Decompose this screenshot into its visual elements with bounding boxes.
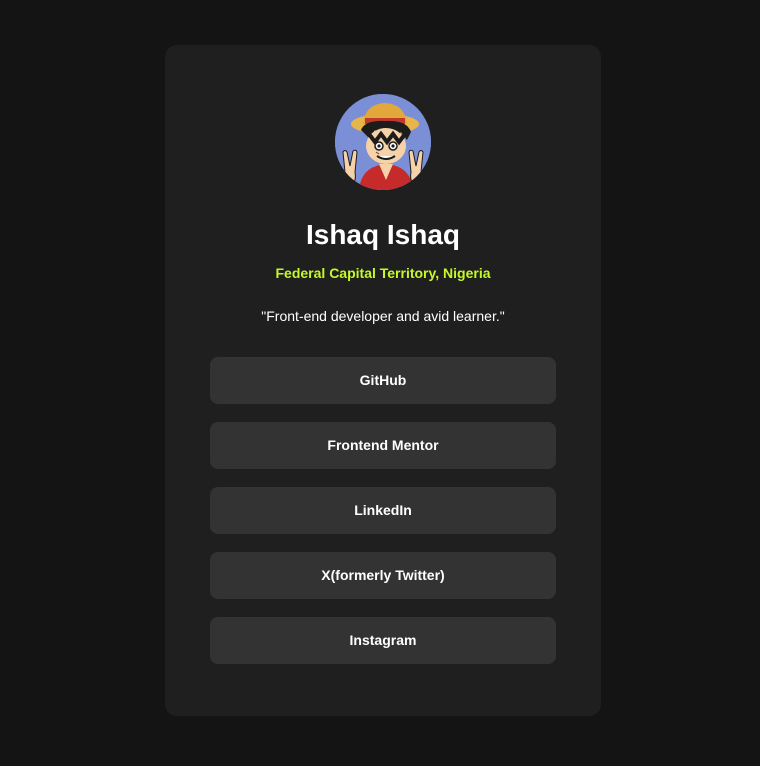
profile-name: Ishaq Ishaq — [305, 219, 461, 250]
profile-bio: "Front-end developer and avid learner." — [261, 308, 505, 324]
instagram-link-button[interactable]: Instagram — [210, 617, 556, 664]
profile-location: Federal Capital Territory, Nigeria — [275, 265, 491, 281]
avatar-image — [335, 94, 431, 190]
frontend-mentor-link-button[interactable]: Frontend Mentor — [210, 422, 556, 469]
linkedin-link-button[interactable]: LinkedIn — [210, 487, 556, 534]
social-links: GitHub Frontend Mentor LinkedIn X(former… — [210, 357, 556, 682]
github-link-button[interactable]: GitHub — [210, 357, 556, 404]
profile-card: Ishaq Ishaq Federal Capital Territory, N… — [165, 45, 601, 716]
avatar — [335, 94, 431, 190]
x-twitter-link-button[interactable]: X(formerly Twitter) — [210, 552, 556, 599]
